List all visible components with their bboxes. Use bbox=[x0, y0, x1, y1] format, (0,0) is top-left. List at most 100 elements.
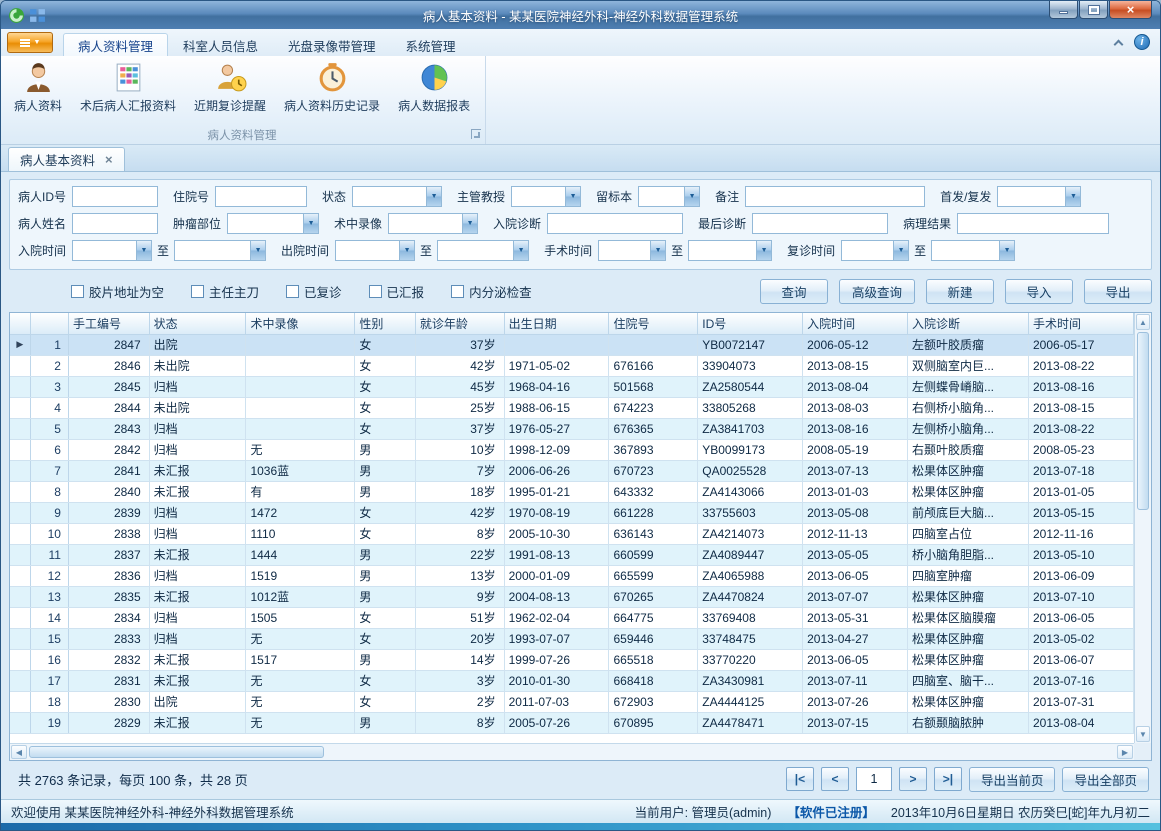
cell-diagnosis[interactable]: 松果体区肿瘤 bbox=[907, 691, 1028, 712]
cell-op-date[interactable]: 2013-07-16 bbox=[1029, 670, 1134, 691]
cell-op-video[interactable]: 1472 bbox=[246, 502, 355, 523]
filter-checkbox[interactable]: 内分泌检查 bbox=[451, 282, 532, 301]
cell-admission-date[interactable]: 2006-05-12 bbox=[803, 334, 908, 355]
cell-op-video[interactable]: 1519 bbox=[246, 565, 355, 586]
column-header[interactable] bbox=[10, 313, 30, 334]
cell-gender[interactable]: 男 bbox=[355, 586, 416, 607]
cell-admission-no[interactable]: 670265 bbox=[609, 586, 698, 607]
cell-diagnosis[interactable]: 左侧桥小脑角... bbox=[907, 418, 1028, 439]
cell-admission-date[interactable]: 2013-07-15 bbox=[803, 712, 908, 733]
op-date-to-input[interactable] bbox=[689, 241, 756, 260]
patient-name-input[interactable] bbox=[72, 213, 158, 234]
cell-manual-no[interactable]: 2845 bbox=[68, 376, 149, 397]
cell-age[interactable]: 42岁 bbox=[415, 355, 504, 376]
cell-birth-date[interactable]: 1962-02-04 bbox=[504, 607, 609, 628]
maximize-button[interactable] bbox=[1079, 1, 1108, 19]
cell-admission-no[interactable]: 670895 bbox=[609, 712, 698, 733]
cell-age[interactable]: 10岁 bbox=[415, 439, 504, 460]
cell-gender[interactable]: 男 bbox=[355, 460, 416, 481]
cell-id-no[interactable]: YB0072147 bbox=[698, 334, 803, 355]
cell-admission-date[interactable]: 2013-08-03 bbox=[803, 397, 908, 418]
cell-birth-date[interactable]: 2005-10-30 bbox=[504, 523, 609, 544]
last-page-button[interactable]: >| bbox=[934, 767, 962, 791]
table-row[interactable]: ▶ 1 2847 出院 女 37岁 YB0072147 2006-05-12 左… bbox=[10, 334, 1134, 355]
cell-admission-date[interactable]: 2013-08-04 bbox=[803, 376, 908, 397]
cell-manual-no[interactable]: 2843 bbox=[68, 418, 149, 439]
cell-gender[interactable]: 男 bbox=[355, 712, 416, 733]
cell-birth-date[interactable]: 1998-12-09 bbox=[504, 439, 609, 460]
cell-op-date[interactable]: 2013-07-18 bbox=[1029, 460, 1134, 481]
cell-id-no[interactable]: ZA4065988 bbox=[698, 565, 803, 586]
cell-birth-date[interactable]: 1995-01-21 bbox=[504, 481, 609, 502]
page-number-input[interactable] bbox=[856, 767, 892, 791]
cell-op-date[interactable]: 2008-05-23 bbox=[1029, 439, 1134, 460]
column-header[interactable]: ID号 bbox=[698, 313, 803, 334]
table-row[interactable]: 13 2835 未汇报 1012蓝 男 9岁 2004-08-13 670265… bbox=[10, 586, 1134, 607]
cell-birth-date[interactable]: 2000-01-09 bbox=[504, 565, 609, 586]
cell-age[interactable]: 2岁 bbox=[415, 691, 504, 712]
cell-age[interactable]: 25岁 bbox=[415, 397, 504, 418]
close-button[interactable]: × bbox=[1109, 1, 1152, 19]
cell-admission-no[interactable] bbox=[609, 334, 698, 355]
cell-status[interactable]: 出院 bbox=[149, 334, 246, 355]
scroll-left-icon[interactable]: ◀ bbox=[11, 745, 27, 759]
status-select-input[interactable] bbox=[353, 187, 426, 206]
dropdown-arrow-icon[interactable]: ▼ bbox=[1065, 187, 1080, 206]
cell-diagnosis[interactable]: 双侧脑室内巨... bbox=[907, 355, 1028, 376]
professor-select-input[interactable] bbox=[512, 187, 565, 206]
cell-diagnosis[interactable]: 右侧桥小脑角... bbox=[907, 397, 1028, 418]
in-date-from-input[interactable] bbox=[73, 241, 136, 260]
table-row[interactable]: 2 2846 未出院 女 42岁 1971-05-02 676166 33904… bbox=[10, 355, 1134, 376]
cell-gender[interactable]: 女 bbox=[355, 334, 416, 355]
cell-manual-no[interactable]: 2847 bbox=[68, 334, 149, 355]
specimen-select-input[interactable] bbox=[639, 187, 684, 206]
cell-diagnosis[interactable]: 四脑室肿瘤 bbox=[907, 565, 1028, 586]
scroll-up-icon[interactable]: ▲ bbox=[1136, 314, 1150, 330]
cell-age[interactable]: 13岁 bbox=[415, 565, 504, 586]
cell-gender[interactable]: 男 bbox=[355, 481, 416, 502]
cell-birth-date[interactable]: 1968-04-16 bbox=[504, 376, 609, 397]
ribbon-tab[interactable]: 系统管理 bbox=[391, 33, 471, 56]
dropdown-arrow-icon[interactable]: ▼ bbox=[999, 241, 1014, 260]
cell-admission-no[interactable]: 676365 bbox=[609, 418, 698, 439]
cell-status[interactable]: 归档 bbox=[149, 376, 246, 397]
cell-op-video[interactable] bbox=[246, 418, 355, 439]
filter-checkbox[interactable]: 已复诊 bbox=[286, 282, 342, 301]
cell-op-video[interactable] bbox=[246, 397, 355, 418]
cell-status[interactable]: 未汇报 bbox=[149, 460, 246, 481]
cell-op-video[interactable]: 1012蓝 bbox=[246, 586, 355, 607]
cell-admission-no[interactable]: 661228 bbox=[609, 502, 698, 523]
out-date-to-input[interactable] bbox=[438, 241, 513, 260]
cell-op-date[interactable]: 2013-08-16 bbox=[1029, 376, 1134, 397]
cell-status[interactable]: 未汇报 bbox=[149, 649, 246, 670]
cell-op-video[interactable]: 1036蓝 bbox=[246, 460, 355, 481]
cell-diagnosis[interactable]: 松果体区肿瘤 bbox=[907, 460, 1028, 481]
dropdown-arrow-icon[interactable]: ▼ bbox=[303, 214, 318, 233]
vertical-scroll-thumb[interactable] bbox=[1137, 332, 1149, 510]
table-row[interactable]: 6 2842 归档 无 男 10岁 1998-12-09 367893 YB00… bbox=[10, 439, 1134, 460]
cell-id-no[interactable]: ZA4143066 bbox=[698, 481, 803, 502]
table-row[interactable]: 3 2845 归档 女 45岁 1968-04-16 501568 ZA2580… bbox=[10, 376, 1134, 397]
cell-admission-no[interactable]: 665599 bbox=[609, 565, 698, 586]
cell-op-date[interactable]: 2013-07-10 bbox=[1029, 586, 1134, 607]
cell-gender[interactable]: 女 bbox=[355, 607, 416, 628]
cell-op-date[interactable]: 2013-06-05 bbox=[1029, 607, 1134, 628]
cell-id-no[interactable]: ZA4214073 bbox=[698, 523, 803, 544]
cell-diagnosis[interactable]: 左额叶胶质瘤 bbox=[907, 334, 1028, 355]
cell-op-date[interactable]: 2013-07-31 bbox=[1029, 691, 1134, 712]
cell-admission-date[interactable]: 2013-06-05 bbox=[803, 565, 908, 586]
cell-birth-date[interactable]: 2011-07-03 bbox=[504, 691, 609, 712]
cell-manual-no[interactable]: 2836 bbox=[68, 565, 149, 586]
cell-admission-no[interactable]: 501568 bbox=[609, 376, 698, 397]
out-date-from-picker[interactable]: ▼ bbox=[335, 240, 415, 261]
cell-admission-no[interactable]: 636143 bbox=[609, 523, 698, 544]
cell-id-no[interactable]: ZA4089447 bbox=[698, 544, 803, 565]
cell-admission-date[interactable]: 2013-08-16 bbox=[803, 418, 908, 439]
filter-checkbox[interactable]: 已汇报 bbox=[369, 282, 425, 301]
cell-diagnosis[interactable]: 松果体区肿瘤 bbox=[907, 481, 1028, 502]
op-video-select[interactable]: ▼ bbox=[388, 213, 478, 234]
cell-birth-date[interactable]: 2005-07-26 bbox=[504, 712, 609, 733]
admission-diag-input[interactable] bbox=[547, 213, 683, 234]
collapse-ribbon-icon[interactable] bbox=[1114, 39, 1124, 49]
cell-admission-date[interactable]: 2013-07-11 bbox=[803, 670, 908, 691]
